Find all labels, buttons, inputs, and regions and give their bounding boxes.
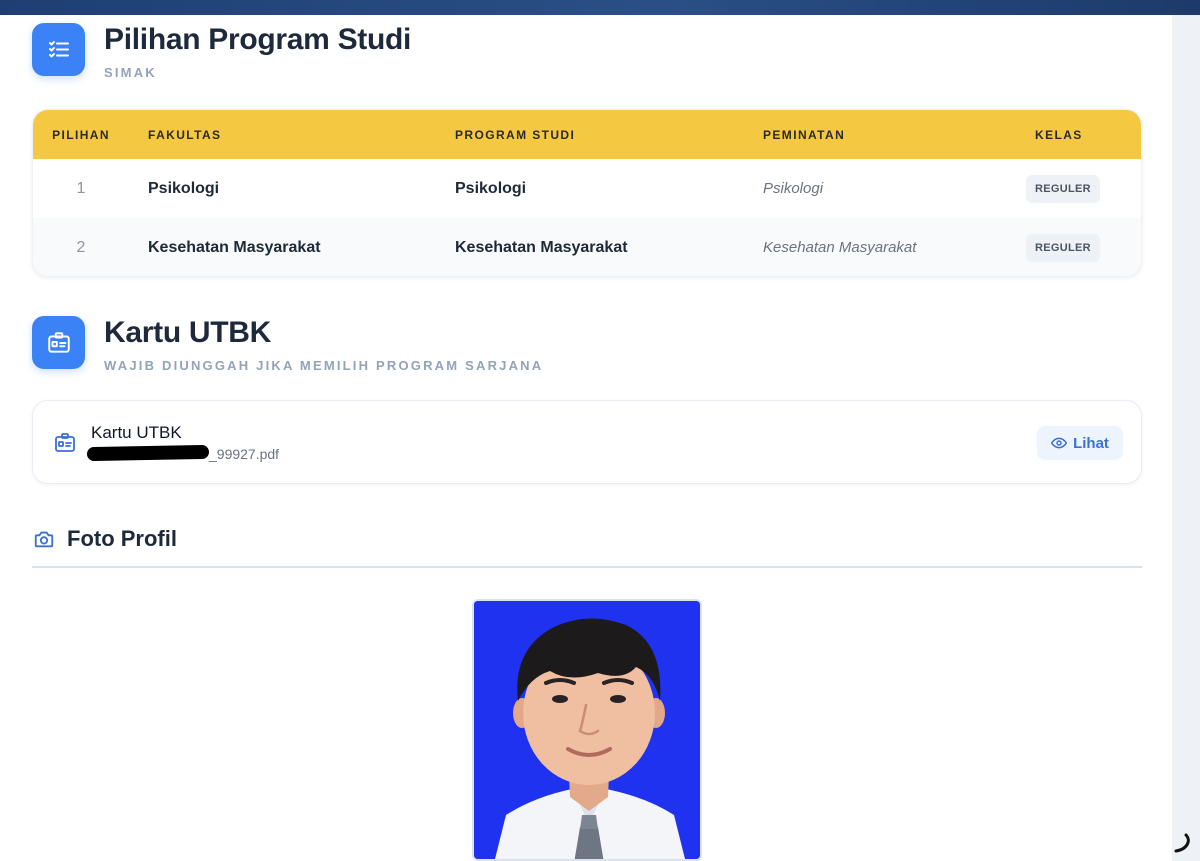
cell-program-studi: Kesehatan Masyarakat [455, 238, 628, 256]
cell-fakultas: Kesehatan Masyarakat [148, 238, 321, 256]
column-header-program-studi: PROGRAM STUDI [455, 127, 576, 142]
cell-program-studi: Psikologi [455, 179, 527, 197]
profile-photo [472, 599, 702, 861]
id-card-icon [55, 433, 75, 452]
eye-icon [1051, 437, 1068, 449]
scroll-gutter [1172, 15, 1200, 861]
section-subtitle: WAJIB DIUNGGAH JIKA MEMILIH PROGRAM SARJ… [104, 358, 544, 373]
section-title: Kartu UTBK [104, 316, 271, 349]
loading-spinner-icon [1174, 833, 1190, 853]
section-title: Foto Profil [67, 526, 177, 551]
view-button-label: Lihat [1073, 434, 1109, 452]
cell-peminatan: Kesehatan Masyarakat [763, 239, 917, 256]
cell-pilihan: 1 [76, 179, 86, 197]
top-header-bar [0, 0, 1200, 15]
column-header-kelas: KELAS [1035, 127, 1083, 142]
kelas-badge: REGULER [1026, 233, 1100, 262]
kelas-badge: REGULER [1026, 174, 1100, 203]
file-filename: _99927.pdf [209, 446, 280, 462]
program-section-header: Pilihan Program Studi SIMAK [32, 23, 411, 80]
section-subtitle: SIMAK [104, 65, 157, 80]
photo-section-header: Foto Profil [33, 526, 177, 552]
id-card-icon [32, 316, 85, 369]
camera-icon [34, 531, 54, 548]
file-title: Kartu UTBK [91, 423, 182, 442]
column-header-fakultas: FAKULTAS [148, 127, 222, 142]
main-content: Pilihan Program Studi SIMAK PILIHAN FAKU… [0, 15, 1172, 861]
column-header-pilihan: PILIHAN [52, 127, 110, 142]
cell-fakultas: Psikologi [148, 179, 220, 197]
utbk-section-header: Kartu UTBK WAJIB DIUNGGAH JIKA MEMILIH P… [32, 316, 543, 373]
divider [32, 566, 1142, 568]
table-row: 1 Psikologi Psikologi Psikologi REGULER [33, 159, 1141, 218]
column-header-peminatan: PEMINATAN [763, 127, 846, 142]
cell-pilihan: 2 [76, 238, 86, 256]
table-header-row: PILIHAN FAKULTAS PROGRAM STUDI PEMINATAN… [33, 110, 1141, 159]
page-title: Pilihan Program Studi [104, 23, 412, 56]
redaction-mark [86, 444, 210, 462]
table-row: 2 Kesehatan Masyarakat Kesehatan Masyara… [33, 218, 1141, 276]
checklist-icon [32, 23, 85, 76]
view-file-button[interactable]: Lihat [1037, 426, 1123, 460]
program-choices-table: PILIHAN FAKULTAS PROGRAM STUDI PEMINATAN… [32, 109, 1142, 277]
cell-peminatan: Psikologi [763, 180, 824, 197]
uploaded-file-card: Kartu UTBK _99927.pdf Lihat [32, 400, 1142, 484]
